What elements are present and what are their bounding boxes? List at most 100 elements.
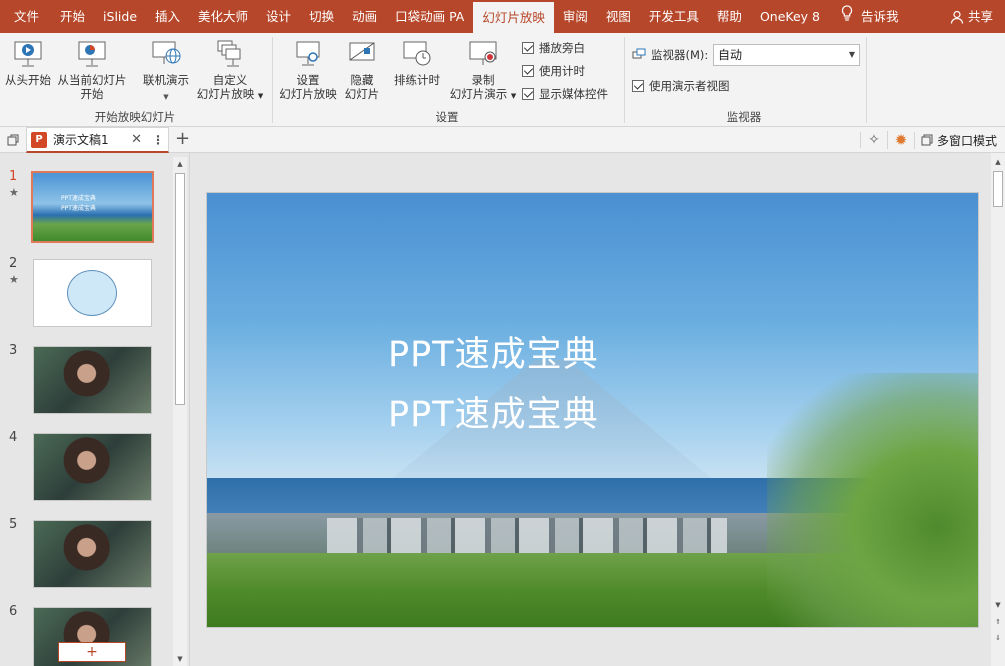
setup-slideshow-button[interactable]: 设置 幻灯片放映 — [276, 39, 340, 101]
tab-insert[interactable]: 插入 — [146, 0, 189, 33]
tab-developer[interactable]: 开发工具 — [640, 0, 708, 33]
presenter-view-checkbox[interactable]: 使用演示者视图 — [632, 78, 730, 94]
multi-window-button[interactable]: 多窗口模式 — [913, 131, 1005, 149]
slide-title-line-2[interactable]: PPT速成宝典 — [388, 386, 599, 437]
thumbnail-text-1: PPT速成宝典 — [61, 195, 96, 202]
monitor-label: 监视器(M): — [651, 48, 709, 62]
animation-star-icon: ★ — [9, 273, 19, 286]
tab-transitions[interactable]: 切换 — [300, 0, 343, 33]
chevron-down-icon: ▼ — [510, 92, 517, 100]
scroll-up-icon[interactable]: ▲ — [991, 155, 1005, 169]
scrollbar-thumb[interactable] — [175, 173, 185, 405]
blurred-foliage — [767, 373, 978, 627]
multi-window-icon — [921, 134, 933, 146]
scroll-down-icon[interactable]: ▼ — [173, 652, 187, 666]
tell-me-search[interactable]: 告诉我 — [857, 0, 908, 33]
checkbox-checked — [522, 88, 534, 100]
current-slide[interactable]: PPT速成宝典 PPT速成宝典 — [206, 192, 979, 628]
tab-animations[interactable]: 动画 — [343, 0, 386, 33]
checkbox-checked — [632, 80, 644, 92]
powerpoint-icon: P — [31, 131, 47, 148]
photo-placeholder — [34, 434, 151, 500]
custom-label-1: 自定义 — [212, 73, 248, 87]
show-media-label: 显示媒体控件 — [539, 87, 608, 101]
main-scrollbar[interactable]: ▲ ▼ ⇑ ⇓ — [991, 153, 1005, 666]
close-icon[interactable]: ✕ — [131, 132, 142, 147]
chevron-down-icon: ▼ — [257, 92, 264, 100]
hide-label-2: 幻灯片 — [344, 87, 380, 101]
setup-label-2: 幻灯片放映 — [279, 87, 337, 101]
slide-title-line-1[interactable]: PPT速成宝典 — [388, 326, 599, 377]
slide-thumbnail-4[interactable] — [33, 433, 152, 501]
chevron-down-icon: ▼ — [163, 93, 169, 101]
thumbnail-scrollbar[interactable]: ▲ ▼ — [173, 157, 187, 666]
tab-beautify[interactable]: 美化大师 — [189, 0, 257, 33]
photo-placeholder — [34, 347, 151, 413]
slide-thumbnail-1[interactable]: PPT速成宝典 PPT速成宝典 — [31, 171, 154, 243]
scroll-up-icon[interactable]: ▲ — [173, 157, 187, 171]
more-options-icon[interactable]: ⋮ — [152, 133, 164, 147]
tab-home[interactable]: 开始 — [51, 0, 94, 33]
tab-view[interactable]: 视图 — [597, 0, 640, 33]
setup-label-1: 设置 — [296, 73, 320, 87]
online-presentation-button[interactable]: 联机演示 ▼ — [138, 39, 194, 104]
tab-help[interactable]: 帮助 — [708, 0, 751, 33]
sparkle-icon[interactable]: ✧ — [859, 132, 887, 148]
slide-number: 5 — [9, 517, 18, 532]
add-slide-button[interactable]: + — [58, 642, 126, 662]
rehearse-timings-button[interactable]: 排练计时 — [390, 39, 444, 87]
tab-onekey[interactable]: OneKey 8 — [751, 0, 829, 33]
play-narration-checkbox[interactable]: 播放旁白 — [522, 40, 585, 56]
from-beginning-button[interactable]: 从头开始 — [2, 39, 54, 87]
slide-thumbnail-5[interactable] — [33, 520, 152, 588]
scroll-down-icon[interactable]: ▼ — [991, 598, 1005, 612]
monitor-icon — [632, 48, 646, 59]
play-from-current-icon — [78, 41, 106, 67]
slide-editing-area: PPT速成宝典 PPT速成宝典 — [191, 153, 991, 666]
tab-file[interactable]: 文件 — [0, 0, 51, 33]
lightbulb-icon[interactable] — [829, 0, 857, 33]
hide-slide-button[interactable]: 隐藏 幻灯片 — [340, 39, 384, 101]
setup-slideshow-icon — [296, 41, 320, 66]
document-tabs-bar: P 演示文稿1 ✕ ⋮ + ✧ ✹ 多窗口模式 — [0, 127, 1005, 153]
record-label-1: 录制 — [471, 73, 495, 87]
tab-pocket-animation[interactable]: 口袋动画 PA — [386, 0, 473, 33]
monitor-dropdown[interactable]: 自动 ▼ — [713, 44, 860, 66]
monitor-group-label: 监视器 — [726, 110, 762, 124]
house-row — [327, 518, 727, 558]
previous-slide-icon[interactable]: ⇑ — [991, 615, 1005, 629]
record-slideshow-button[interactable]: 录制 幻灯片演示 ▼ — [446, 39, 520, 103]
slide-thumbnail-2[interactable] — [33, 259, 152, 327]
add-tab-icon[interactable]: + — [175, 128, 190, 149]
tab-design[interactable]: 设计 — [257, 0, 300, 33]
slide-thumbnail-3[interactable] — [33, 346, 152, 414]
record-icon — [469, 41, 497, 65]
hide-slide-icon — [349, 42, 375, 61]
ribbon: 从头开始 从当前幻灯片 开始 联机演示 ▼ 自定义 幻灯片放映 ▼ 开始放映幻灯… — [0, 33, 1005, 127]
document-tab[interactable]: P 演示文稿1 ✕ ⋮ — [26, 127, 169, 153]
tab-slideshow[interactable]: 幻灯片放映 — [473, 2, 554, 33]
slide-number: 2 — [9, 256, 18, 271]
divider — [272, 37, 273, 123]
tab-review[interactable]: 审阅 — [554, 0, 597, 33]
show-media-controls-checkbox[interactable]: 显示媒体控件 — [522, 86, 608, 102]
next-slide-icon[interactable]: ⇓ — [991, 631, 1005, 645]
from-current-slide-button[interactable]: 从当前幻灯片 开始 — [55, 39, 129, 101]
use-timings-checkbox[interactable]: 使用计时 — [522, 63, 585, 79]
tab-islide[interactable]: iSlide — [94, 0, 146, 33]
slide-thumbnail-6[interactable]: + — [33, 607, 152, 666]
divider — [624, 37, 625, 123]
record-label-2-text: 幻灯片演示 — [449, 87, 508, 101]
scrollbar-thumb[interactable] — [993, 171, 1003, 207]
custom-slideshow-button[interactable]: 自定义 幻灯片放映 ▼ — [194, 39, 266, 103]
settings-gear-icon[interactable]: ✹ — [886, 131, 914, 149]
presenter-view-label: 使用演示者视图 — [649, 79, 730, 93]
checkbox-checked — [522, 42, 534, 54]
online-presentation-icon — [152, 41, 181, 64]
use-timings-label: 使用计时 — [539, 64, 585, 78]
share-label: 共享 — [967, 9, 993, 24]
tab-tools: ✧ ✹ 多窗口模式 — [859, 127, 1005, 153]
share-button[interactable]: 共享 — [950, 0, 993, 33]
restore-icon[interactable] — [6, 133, 20, 147]
photo-placeholder — [34, 521, 151, 587]
